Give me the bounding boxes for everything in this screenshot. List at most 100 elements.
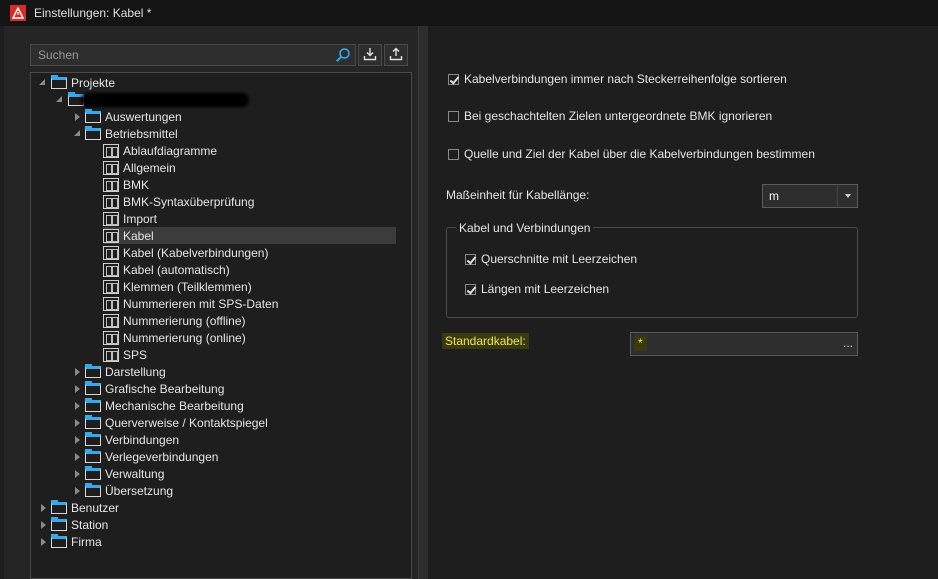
search-icon[interactable] xyxy=(335,47,351,63)
folder-icon xyxy=(85,448,101,463)
browse-button[interactable]: ... xyxy=(843,336,853,350)
source-target-option[interactable]: Quelle und Ziel der Kabel über die Kabel… xyxy=(448,147,815,161)
import-button[interactable] xyxy=(358,44,382,66)
folder-icon xyxy=(51,516,67,531)
tree-node-nummerierung-offline[interactable]: Nummerierung (offline) xyxy=(103,312,246,329)
expand-querverweise[interactable] xyxy=(75,419,80,427)
search-input[interactable] xyxy=(38,48,328,62)
tree-node-allgemein[interactable]: Allgemein xyxy=(103,159,176,176)
folder-icon xyxy=(85,482,101,497)
tree-node-uebersetzung[interactable]: Übersetzung xyxy=(85,482,173,499)
expand-benutzer[interactable] xyxy=(41,504,46,512)
tree-node-betriebsmittel[interactable]: Betriebsmittel xyxy=(85,125,178,142)
cross-sections-checkbox[interactable] xyxy=(465,253,476,265)
tree-node-mechanische-bearbeitung[interactable]: Mechanische Bearbeitung xyxy=(85,397,244,414)
settings-page-icon xyxy=(103,347,119,362)
folder-icon xyxy=(85,363,101,378)
tree-node-darstellung[interactable]: Darstellung xyxy=(85,363,166,380)
folder-icon xyxy=(85,108,101,123)
expand-verwaltung[interactable] xyxy=(75,470,80,478)
pane-splitter[interactable] xyxy=(418,26,428,579)
expand-station[interactable] xyxy=(41,521,46,529)
settings-page-icon xyxy=(103,194,119,209)
settings-page-icon xyxy=(103,160,119,175)
folder-icon xyxy=(51,533,67,548)
title-bar: Einstellungen: Kabel * xyxy=(0,0,938,26)
tree-node-verlegeverbindungen[interactable]: Verlegeverbindungen xyxy=(85,448,218,465)
settings-page-icon xyxy=(103,330,119,345)
tree-node-projekte[interactable]: Projekte xyxy=(51,74,115,91)
tree-node-verwaltung[interactable]: Verwaltung xyxy=(85,465,164,482)
expand-verlegeverbindungen[interactable] xyxy=(75,453,80,461)
folder-icon xyxy=(85,380,101,395)
settings-page-icon xyxy=(103,262,119,277)
ignore-bmk-checkbox[interactable] xyxy=(448,110,459,122)
expand-uebersetzung[interactable] xyxy=(75,487,80,495)
settings-page-icon xyxy=(103,228,119,243)
tree-node-benutzer[interactable]: Benutzer xyxy=(51,499,119,516)
cross-sections-option[interactable]: Querschnitte mit Leerzeichen xyxy=(465,252,637,266)
standard-cable-value: * xyxy=(634,335,647,351)
settings-page-icon xyxy=(103,313,119,328)
redaction-mark xyxy=(81,93,249,107)
expand-grafische-bearbeitung[interactable] xyxy=(75,385,80,393)
expand-darstellung[interactable] xyxy=(75,368,80,376)
tree-node-nummerierung-online[interactable]: Nummerierung (online) xyxy=(103,329,246,346)
settings-page-icon xyxy=(103,211,119,226)
export-icon xyxy=(389,47,403,64)
tree-node-auswertungen[interactable]: Auswertungen xyxy=(85,108,182,125)
window-title: Einstellungen: Kabel * xyxy=(34,6,152,20)
tree-node-querverweise[interactable]: Querverweise / Kontaktspiegel xyxy=(85,414,268,431)
tree-node-firma[interactable]: Firma xyxy=(51,533,102,550)
tree-node-bmk-syntax[interactable]: BMK-Syntaxüberprüfung xyxy=(103,193,254,210)
settings-content: Kabelverbindungen immer nach Steckerreih… xyxy=(428,26,938,579)
folder-icon xyxy=(85,414,101,429)
cable-connections-group xyxy=(446,227,858,318)
sort-by-plug-checkbox[interactable] xyxy=(448,73,459,85)
expand-project[interactable] xyxy=(56,96,62,102)
settings-tree: Projekte Auswertungen Betriebsmittel Abl… xyxy=(30,72,412,579)
expand-auswertungen[interactable] xyxy=(75,113,80,121)
import-icon xyxy=(363,47,377,64)
settings-page-icon xyxy=(103,143,119,158)
tree-node-sps[interactable]: SPS xyxy=(103,346,147,363)
lengths-option[interactable]: Längen mit Leerzeichen xyxy=(465,282,609,296)
lengths-checkbox[interactable] xyxy=(465,283,476,295)
standard-cable-field[interactable]: * ... xyxy=(630,332,858,356)
search-box xyxy=(30,44,356,66)
export-button[interactable] xyxy=(384,44,408,66)
tree-node-bmk[interactable]: BMK xyxy=(103,176,149,193)
expand-verbindungen[interactable] xyxy=(75,436,80,444)
folder-icon xyxy=(85,397,101,412)
expand-firma[interactable] xyxy=(41,538,46,546)
tree-node-import[interactable]: Import xyxy=(103,210,157,227)
group-title: Kabel und Verbindungen xyxy=(456,221,594,235)
tree-node-nummerieren-sps[interactable]: Nummerieren mit SPS-Daten xyxy=(103,295,278,312)
expand-projekte[interactable] xyxy=(39,79,45,85)
tree-node-grafische-bearbeitung[interactable]: Grafische Bearbeitung xyxy=(85,380,224,397)
chevron-down-icon[interactable] xyxy=(837,185,857,207)
folder-icon xyxy=(85,125,101,140)
standard-cable-label: Standardkabel: xyxy=(442,333,529,349)
tree-node-kabel-verbindungen[interactable]: Kabel (Kabelverbindungen) xyxy=(103,244,268,261)
settings-page-icon xyxy=(103,279,119,294)
tree-node-kabel[interactable]: Kabel xyxy=(103,227,396,244)
navigation-pane: Projekte Auswertungen Betriebsmittel Abl… xyxy=(4,26,418,579)
expand-mechanische-bearbeitung[interactable] xyxy=(75,402,80,410)
sort-by-plug-option[interactable]: Kabelverbindungen immer nach Steckerreih… xyxy=(448,72,787,86)
tree-node-verbindungen[interactable]: Verbindungen xyxy=(85,431,179,448)
settings-page-icon xyxy=(103,296,119,311)
tree-node-station[interactable]: Station xyxy=(51,516,108,533)
app-logo-icon xyxy=(10,5,26,21)
tree-node-ablaufdiagramme[interactable]: Ablaufdiagramme xyxy=(103,142,217,159)
tree-node-kabel-automatisch[interactable]: Kabel (automatisch) xyxy=(103,261,230,278)
unit-select[interactable]: m xyxy=(762,184,858,208)
unit-label: Maßeinheit für Kabellänge: xyxy=(446,188,590,202)
unit-select-value: m xyxy=(769,189,779,203)
settings-page-icon xyxy=(103,177,119,192)
source-target-checkbox[interactable] xyxy=(448,148,459,160)
folder-icon xyxy=(51,74,67,89)
ignore-bmk-option[interactable]: Bei geschachtelten Zielen untergeordnete… xyxy=(448,109,772,123)
tree-node-klemmen[interactable]: Klemmen (Teilklemmen) xyxy=(103,278,252,295)
expand-betriebsmittel[interactable] xyxy=(74,130,80,136)
